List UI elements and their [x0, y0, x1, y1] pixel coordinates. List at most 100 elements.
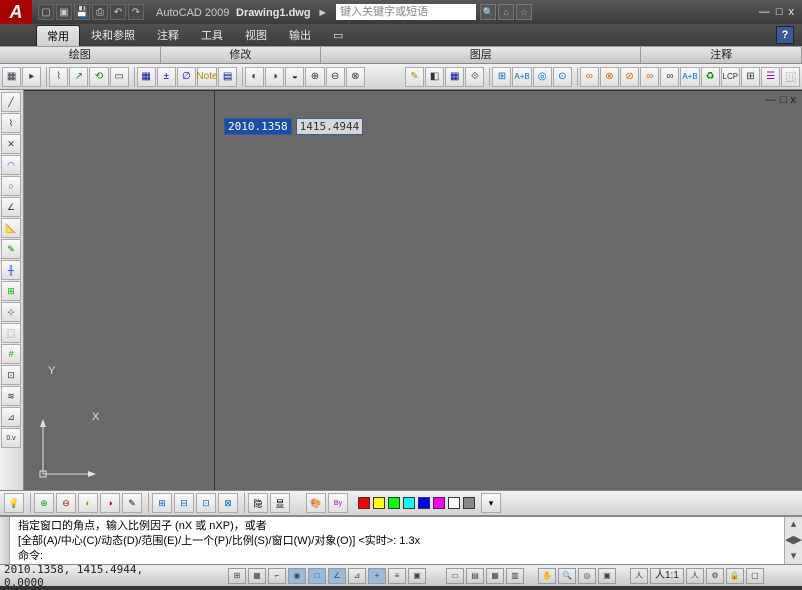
- minimize-button[interactable]: —: [759, 6, 770, 18]
- vtb-stairs-icon[interactable]: ⿴: [1, 323, 21, 343]
- tb-icon[interactable]: ☰: [761, 67, 780, 87]
- vtb-scale-icon[interactable]: 0.v: [1, 428, 21, 448]
- panel-modify[interactable]: 修改: [161, 47, 322, 63]
- doc-minimize-button[interactable]: —: [765, 94, 776, 106]
- vtb-unit-icon[interactable]: ⊡: [1, 365, 21, 385]
- lb-icon[interactable]: ✎: [122, 493, 142, 513]
- cmd-prompt[interactable]: 命令:: [18, 549, 796, 564]
- tb-icon[interactable]: ⊞: [741, 67, 760, 87]
- tab-blocks[interactable]: 块和参照: [80, 24, 146, 46]
- coord-y-input[interactable]: 1415.4944: [296, 118, 364, 135]
- sb-ortho-icon[interactable]: ⌐: [268, 568, 286, 584]
- tb-icon[interactable]: ▸: [22, 67, 41, 87]
- tb-icon[interactable]: ✎: [405, 67, 424, 87]
- tb-icon[interactable]: ±: [157, 67, 176, 87]
- sb-clean-icon[interactable]: ▢: [746, 568, 764, 584]
- tb-icon[interactable]: ⊞: [492, 67, 511, 87]
- vtb-slope-icon[interactable]: ≋: [1, 386, 21, 406]
- tab-common[interactable]: 常用: [36, 25, 80, 46]
- color-swatch[interactable]: [448, 497, 460, 509]
- panel-draw[interactable]: 绘图: [0, 47, 161, 63]
- color-swatch[interactable]: [463, 497, 475, 509]
- sb-model-icon[interactable]: ▭: [446, 568, 464, 584]
- doc-maximize-button[interactable]: □: [780, 94, 787, 106]
- tab-view[interactable]: 视图: [234, 24, 278, 46]
- lb-icon[interactable]: ⊕: [34, 493, 54, 513]
- vtb-grid-icon[interactable]: #: [1, 344, 21, 364]
- vtb-line-icon[interactable]: ╱: [1, 92, 21, 112]
- tb-icon[interactable]: ◧: [425, 67, 444, 87]
- lb-colorwheel-icon[interactable]: 🎨: [306, 493, 326, 513]
- command-window[interactable]: 指定窗口的角点，输入比例因子 (nX 或 nXP)，或者 [全部(A)/中心(C…: [0, 516, 802, 564]
- tb-icon[interactable]: ▦: [2, 67, 21, 87]
- qat-undo-icon[interactable]: ↶: [110, 4, 126, 20]
- sb-wheel-icon[interactable]: ◎: [578, 568, 596, 584]
- sb-lwt-icon[interactable]: ≡: [388, 568, 406, 584]
- tab-tools[interactable]: 工具: [190, 24, 234, 46]
- lb-show-button[interactable]: 显: [270, 493, 290, 513]
- sb-snap-icon[interactable]: ⊞: [228, 568, 246, 584]
- help-button[interactable]: ?: [776, 26, 794, 44]
- cmd-scrollbar[interactable]: ▴◀▶▾: [784, 517, 802, 564]
- sb-polar-icon[interactable]: ◉: [288, 568, 306, 584]
- sb-quickview-icon[interactable]: ▦: [486, 568, 504, 584]
- lb-icon[interactable]: ⊖: [56, 493, 76, 513]
- tb-icon[interactable]: ⊘: [620, 67, 639, 87]
- sb-grid-icon[interactable]: ▦: [248, 568, 266, 584]
- drawing-canvas[interactable]: — □ x 2010.1358 1415.4944 YX: [24, 90, 802, 490]
- tb-icon[interactable]: ∞: [640, 67, 659, 87]
- sb-ducs-icon[interactable]: ⊿: [348, 568, 366, 584]
- tb-icon[interactable]: ∅: [177, 67, 196, 87]
- lb-icon[interactable]: 💡: [4, 493, 24, 513]
- star-icon[interactable]: ☆: [516, 4, 532, 20]
- lb-icon[interactable]: ⊡: [196, 493, 216, 513]
- vtb-pline-icon[interactable]: ⌇: [1, 113, 21, 133]
- tb-icon[interactable]: ◒: [285, 67, 304, 87]
- tb-icon[interactable]: ♻: [701, 67, 720, 87]
- lb-icon[interactable]: ⊠: [218, 493, 238, 513]
- sb-ann-icon[interactable]: 人: [630, 568, 648, 584]
- vtb-angle-icon[interactable]: ∠: [1, 197, 21, 217]
- sb-ws-icon[interactable]: ⚙: [706, 568, 724, 584]
- tab-annotate[interactable]: 注释: [146, 24, 190, 46]
- tb-icon[interactable]: ∞: [580, 67, 599, 87]
- sb-quickview2-icon[interactable]: ▥: [506, 568, 524, 584]
- color-swatch[interactable]: [433, 497, 445, 509]
- sb-osnap-icon[interactable]: □: [308, 568, 326, 584]
- vtb-pencil-icon[interactable]: ✎: [1, 239, 21, 259]
- tb-icon[interactable]: ∞: [660, 67, 679, 87]
- tab-output[interactable]: 输出: [278, 24, 322, 46]
- tb-icon[interactable]: ◑: [265, 67, 284, 87]
- vtb-arc-icon[interactable]: ◠: [1, 155, 21, 175]
- color-swatch[interactable]: [418, 497, 430, 509]
- lb-hide-button[interactable]: 隐: [248, 493, 268, 513]
- tb-icon[interactable]: ⌇: [49, 67, 68, 87]
- sb-dyn-icon[interactable]: +: [368, 568, 386, 584]
- sb-showmotion-icon[interactable]: ▣: [598, 568, 616, 584]
- home-icon[interactable]: ⌂: [498, 4, 514, 20]
- app-logo[interactable]: A: [0, 0, 32, 24]
- panel-annotate[interactable]: 注释: [641, 47, 802, 63]
- color-swatch[interactable]: [388, 497, 400, 509]
- tb-icon[interactable]: ◎: [533, 67, 552, 87]
- tb-icon[interactable]: LCP: [721, 67, 740, 87]
- qat-redo-icon[interactable]: ↷: [128, 4, 144, 20]
- lb-icon[interactable]: ⊟: [174, 493, 194, 513]
- coord-x-input[interactable]: 2010.1358: [224, 118, 292, 135]
- cmd-handle[interactable]: [0, 517, 10, 564]
- tab-expand-icon[interactable]: ▭: [322, 26, 354, 45]
- search-icon[interactable]: 🔍: [480, 4, 496, 20]
- vtb-circle-icon[interactable]: ○: [1, 176, 21, 196]
- vtb-measure-icon[interactable]: 📐: [1, 218, 21, 238]
- qat-print-icon[interactable]: ⎙: [92, 4, 108, 20]
- search-input[interactable]: 键入关键字或短语: [336, 4, 476, 20]
- tb-icon[interactable]: ⊗: [346, 67, 365, 87]
- tb-icon[interactable]: ⊕: [305, 67, 324, 87]
- sb-annvis-icon[interactable]: 人: [686, 568, 704, 584]
- tb-icon[interactable]: A+B: [512, 67, 531, 87]
- sb-otrack-icon[interactable]: ∠: [328, 568, 346, 584]
- sb-qp-icon[interactable]: ▣: [408, 568, 426, 584]
- tb-icon[interactable]: Note: [197, 67, 217, 87]
- tb-icon[interactable]: ⊖: [326, 67, 345, 87]
- color-swatch[interactable]: [403, 497, 415, 509]
